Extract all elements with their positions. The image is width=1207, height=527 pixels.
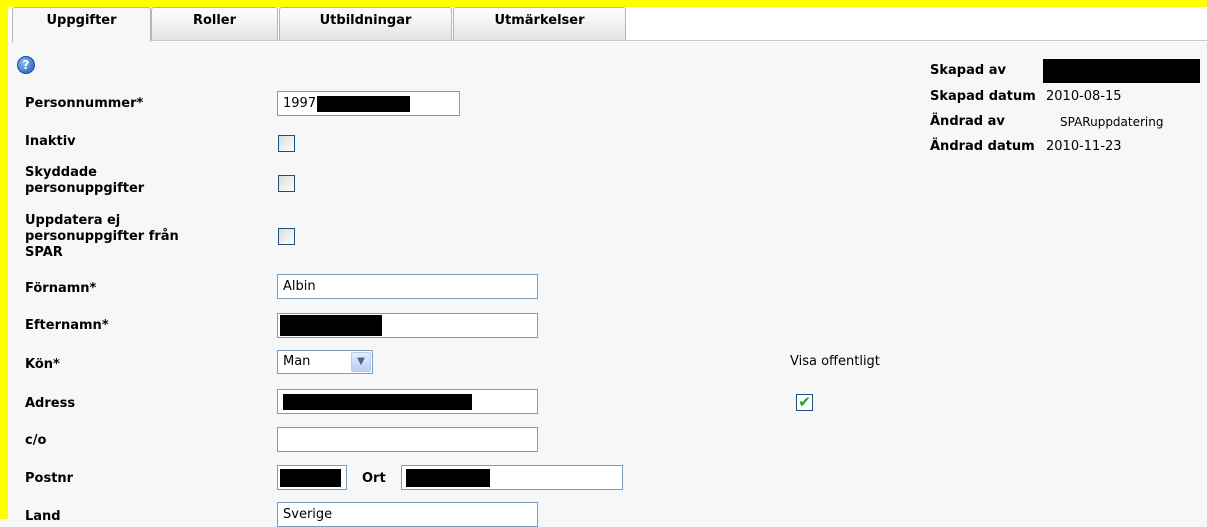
co-label: c/o — [25, 433, 47, 448]
visa-offentligt-label: Visa offentligt — [790, 354, 880, 369]
andrad-av-label: Ändrad av — [930, 114, 1005, 129]
skyddade-label: Skyddade personuppgifter — [25, 165, 145, 196]
tab-label: Utbildningar — [319, 13, 412, 28]
andrad-datum-value: 2010-11-23 — [1046, 139, 1122, 154]
land-value: Sverige — [283, 507, 333, 522]
tab-bar-divider — [150, 40, 1207, 41]
inaktiv-label: Inaktiv — [25, 134, 76, 149]
kon-select[interactable]: Man ▼ — [277, 350, 373, 374]
fornamn-label: Förnamn* — [25, 281, 97, 296]
land-input[interactable]: Sverige — [277, 502, 538, 527]
fornamn-input[interactable]: Albin — [277, 274, 538, 299]
question-help-icon[interactable]: ? — [17, 56, 35, 74]
checkmark-icon: ✔ — [798, 393, 811, 411]
tab-utmarkelser[interactable]: Utmärkelser — [453, 7, 626, 40]
postnr-input[interactable] — [277, 465, 347, 490]
tab-label: Utmärkelser — [494, 13, 585, 28]
ort-label: Ort — [362, 471, 386, 486]
yellow-frame-top — [0, 0, 1207, 7]
visa-offentligt-checkbox[interactable]: ✔ — [796, 394, 813, 411]
redacted-block — [280, 315, 382, 336]
fornamn-value: Albin — [283, 279, 316, 294]
skyddade-checkbox[interactable] — [278, 175, 295, 192]
redacted-block — [280, 468, 341, 487]
yellow-frame-left — [0, 0, 8, 519]
co-input[interactable] — [277, 427, 538, 452]
adress-label: Adress — [25, 396, 76, 411]
redacted-block — [1043, 59, 1200, 83]
skapad-av-label: Skapad av — [930, 63, 1006, 78]
andrad-av-value: SPARuppdatering — [1060, 115, 1164, 129]
tab-label: Uppgifter — [46, 13, 117, 28]
personnummer-value: 1997 — [283, 96, 317, 111]
chevron-down-icon[interactable]: ▼ — [351, 352, 371, 372]
kon-label: Kön* — [25, 357, 60, 372]
tab-utbildningar[interactable]: Utbildningar — [279, 7, 452, 40]
inaktiv-checkbox[interactable] — [278, 135, 295, 152]
redacted-block — [317, 95, 411, 112]
skapad-datum-label: Skapad datum — [930, 89, 1036, 104]
personnummer-label: Personnummer* — [25, 96, 144, 111]
redacted-block — [283, 393, 472, 410]
efternamn-input[interactable] — [277, 313, 538, 338]
adress-input[interactable] — [277, 389, 538, 414]
uppdatera-label: Uppdatera ej personuppgifter från SPAR — [25, 213, 179, 260]
uppdatera-checkbox[interactable] — [278, 228, 295, 245]
tab-label: Roller — [192, 13, 237, 28]
tab-uppgifter[interactable]: Uppgifter — [12, 7, 151, 42]
tab-roller[interactable]: Roller — [151, 7, 278, 40]
redacted-block — [406, 468, 490, 487]
skapad-datum-value: 2010-08-15 — [1046, 89, 1122, 104]
efternamn-label: Efternamn* — [25, 318, 109, 333]
andrad-datum-label: Ändrad datum — [930, 139, 1035, 154]
land-label: Land — [25, 509, 61, 524]
postnr-label: Postnr — [25, 471, 74, 486]
ort-input[interactable] — [401, 465, 623, 490]
kon-selected-value: Man — [283, 354, 311, 369]
personnummer-input[interactable]: 1997 — [277, 91, 460, 116]
